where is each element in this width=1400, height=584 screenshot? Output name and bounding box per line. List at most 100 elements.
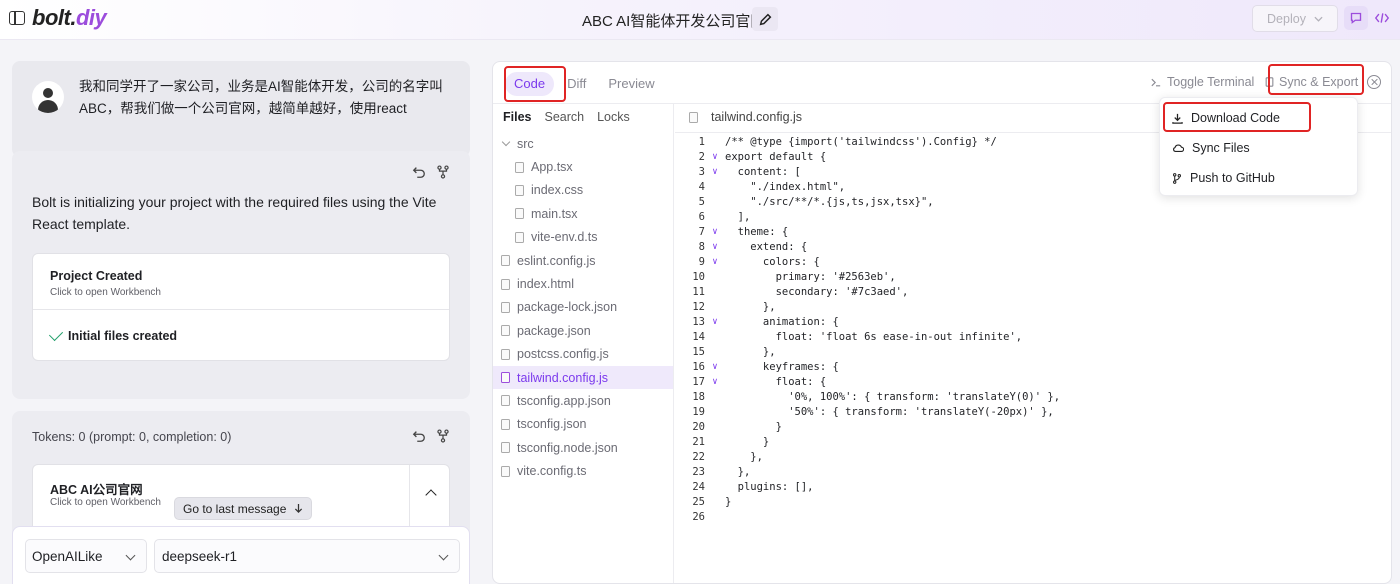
fold-gutter [705,345,725,360]
file-icon [689,111,698,123]
chat-icon [1350,12,1362,24]
fold-chevron-icon[interactable]: ∨ [705,150,725,165]
tab-locks[interactable]: Locks [597,110,630,124]
fold-chevron-icon[interactable]: ∨ [705,315,725,330]
file-item[interactable]: main.tsx [493,202,673,225]
file-icon [501,395,510,407]
file-icon [501,372,510,384]
provider-select[interactable]: OpenAILike [25,539,147,573]
tab-preview[interactable]: Preview [599,72,663,96]
fold-gutter [705,210,725,225]
file-item[interactable]: tsconfig.node.json [493,436,673,459]
code-text: keyframes: { [725,361,839,373]
fold-chevron-icon[interactable]: ∨ [705,255,725,270]
code-line: 12 }, [675,300,1385,315]
code-line: 14 float: 'float 6s ease-in-out infinite… [675,330,1385,345]
menu-item-sync-files[interactable]: Sync Files [1172,136,1250,160]
artifact-subtitle: Click to open Workbench [50,497,161,508]
line-number: 26 [692,511,705,523]
fold-gutter [705,510,725,525]
chevron-down-icon [1314,16,1323,22]
fold-gutter [705,270,725,285]
edit-title-button[interactable] [752,7,778,31]
file-item[interactable]: App.tsx [493,155,673,178]
code-text: '50%': { transform: 'translateY(-20px)' … [725,406,1054,418]
file-item[interactable]: tsconfig.json [493,413,673,436]
code-text: secondary: '#7c3aed', [725,286,909,298]
file-item[interactable]: tsconfig.app.json [493,389,673,412]
highlight-sync-export [1268,64,1364,95]
fold-chevron-icon[interactable]: ∨ [705,240,725,255]
sidebar-toggle-icon[interactable] [9,11,25,25]
chevron-up-icon[interactable] [423,485,439,501]
fold-gutter [705,420,725,435]
code-line: 5 "./src/**/*.{js,ts,jsx,tsx}", [675,195,1385,210]
file-item[interactable]: package-lock.json [493,296,673,319]
line-number: 14 [692,331,705,343]
fork-icon[interactable] [436,429,450,443]
fork-icon[interactable] [436,165,450,179]
pencil-icon [759,13,771,25]
artifact-step-label: Initial files created [68,329,178,343]
line-number: 19 [692,406,705,418]
go-to-last-message-label: Go to last message [183,501,287,516]
user-message-text: 我和同学开了一家公司，业务是AI智能体开发，公司的名字叫ABC，帮我们做一个公司… [79,79,443,116]
fold-gutter [705,405,725,420]
code-text: float: 'float 6s ease-in-out infinite', [725,331,1023,343]
menu-item-push-github[interactable]: Push to GitHub [1172,166,1275,190]
file-item[interactable]: index.html [493,272,673,295]
tab-files[interactable]: Files [503,110,532,124]
file-name: tsconfig.node.json [517,440,618,455]
file-item[interactable]: postcss.config.js [493,343,673,366]
fold-gutter [705,135,725,150]
file-name: postcss.config.js [517,347,609,362]
terminal-icon [1151,78,1161,86]
menu-item-label: Push to GitHub [1190,171,1275,185]
fold-gutter [705,450,725,465]
user-message: 我和同学开了一家公司，业务是AI智能体开发，公司的名字叫ABC，帮我们做一个公司… [12,61,470,157]
code-text: extend: { [725,241,808,253]
toggle-terminal-button[interactable]: Toggle Terminal [1151,75,1254,89]
deploy-button[interactable]: Deploy [1252,5,1338,32]
code-text: theme: { [725,226,789,238]
fold-gutter [705,495,725,510]
token-usage: Tokens: 0 (prompt: 0, completion: 0) [32,430,232,444]
file-item[interactable]: vite.config.ts [493,459,673,482]
line-number: 3 [698,166,705,178]
file-item[interactable]: package.json [493,319,673,342]
code-line: 20 } [675,420,1385,435]
code-text: content: [ [725,166,801,178]
provider-value: OpenAILike [32,548,103,564]
file-icon [501,301,510,313]
fold-chevron-icon[interactable]: ∨ [705,375,725,390]
tab-search[interactable]: Search [545,110,585,124]
line-number: 18 [692,391,705,403]
file-name: package-lock.json [517,300,618,315]
close-workbench-icon[interactable] [1367,75,1381,89]
folder-src[interactable]: src [493,132,673,155]
model-select[interactable]: deepseek-r1 [154,539,460,573]
fold-gutter [705,300,725,315]
fold-chevron-icon[interactable]: ∨ [705,165,725,180]
code-toggle-button[interactable] [1370,6,1394,30]
line-number: 16 [692,361,705,373]
go-to-last-message-button[interactable]: Go to last message [174,497,313,520]
file-item[interactable]: eslint.config.js [493,249,673,272]
artifact-card-project[interactable]: Project Created Click to open Workbench … [32,253,450,361]
check-icon [48,326,64,342]
logo: bolt.diy [32,5,107,31]
editor-file-tab[interactable]: tailwind.config.js [689,110,802,124]
fold-chevron-icon[interactable]: ∨ [705,225,725,240]
file-name: src [517,136,534,151]
chat-toggle-button[interactable] [1344,6,1368,30]
file-name: eslint.config.js [517,253,596,268]
code-line: 16 ∨ keyframes: { [675,360,1385,375]
rewind-icon[interactable] [412,165,426,179]
file-item[interactable]: index.css [493,179,673,202]
rewind-icon[interactable] [412,429,426,443]
file-item[interactable]: tailwind.config.js [493,365,673,390]
user-avatar-icon [32,81,64,113]
code-text: /** @type {import('tailwindcss').Config}… [725,136,997,148]
fold-chevron-icon[interactable]: ∨ [705,360,725,375]
file-item[interactable]: vite-env.d.ts [493,226,673,249]
